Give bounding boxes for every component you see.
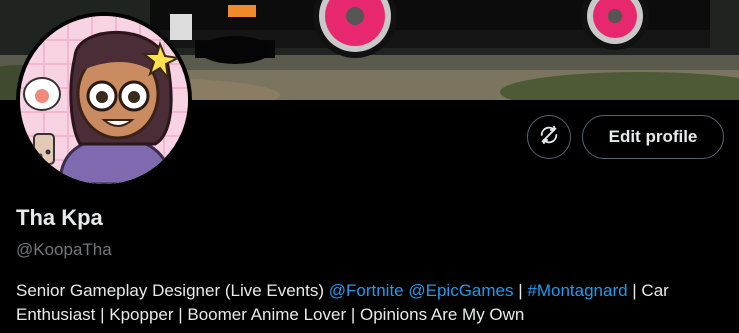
sync-circle-arrows-icon bbox=[538, 124, 560, 151]
avatar-illustration bbox=[20, 16, 188, 184]
profile-avatar[interactable] bbox=[16, 12, 192, 188]
sync-button[interactable] bbox=[527, 115, 571, 159]
bio-text-start: Senior Gameplay Designer (Live Events) bbox=[16, 281, 329, 300]
mention-epicgames-link[interactable]: @EpicGames bbox=[408, 281, 513, 300]
display-name: Tha Kpa bbox=[16, 205, 103, 230]
mention-fortnite-link[interactable]: @Fortnite bbox=[329, 281, 404, 300]
edit-profile-button[interactable]: Edit profile bbox=[582, 115, 724, 159]
bio-separator: | bbox=[513, 281, 528, 300]
hashtag-montagnard-link[interactable]: #Montagnard bbox=[527, 281, 627, 300]
user-handle: @KoopaTha bbox=[16, 240, 112, 259]
profile-bio: Senior Gameplay Designer (Live Events) @… bbox=[16, 279, 726, 327]
